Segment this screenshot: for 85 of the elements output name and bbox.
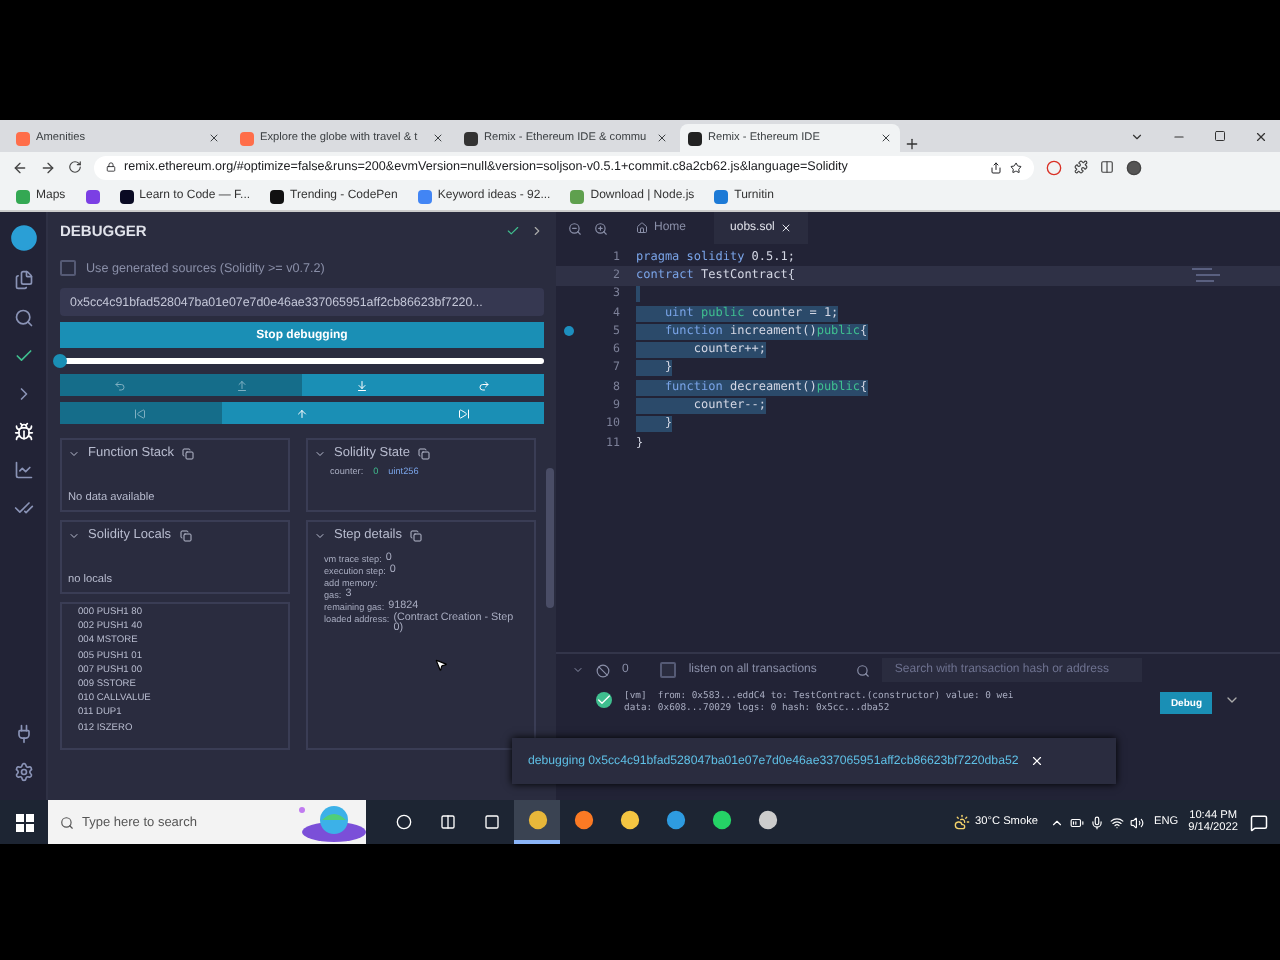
- files-icon[interactable]: [13, 270, 33, 290]
- app-icon: [711, 810, 731, 830]
- zoom-out-icon[interactable]: [568, 221, 582, 235]
- caret-icon: [68, 447, 80, 459]
- slider-thumb[interactable]: [53, 354, 67, 368]
- notifications-icon[interactable]: [1250, 813, 1268, 831]
- bookmark-icon: [417, 189, 432, 203]
- success-icon: [596, 692, 612, 708]
- back-icon[interactable]: [12, 159, 28, 175]
- checkbox[interactable]: [60, 260, 76, 276]
- close-icon: [780, 222, 793, 234]
- favicon-icon: [464, 131, 478, 145]
- taskbar-app[interactable]: [514, 800, 560, 844]
- maximize-icon[interactable]: [1214, 130, 1226, 142]
- favicon-icon: [16, 131, 30, 145]
- search-icon[interactable]: [13, 308, 33, 328]
- step-arrow-icon: [477, 379, 490, 391]
- copy-icon[interactable]: [179, 529, 192, 541]
- bookmark-icon: [16, 189, 30, 203]
- step-arrow-icon: [356, 379, 369, 391]
- bookmark-icon: [85, 189, 100, 203]
- side-panel-icon[interactable]: [1100, 160, 1114, 174]
- favicon-icon: [688, 131, 702, 145]
- mouse-pointer-icon: [434, 658, 448, 673]
- windows-start-icon[interactable]: [15, 813, 33, 831]
- caret-icon: [314, 447, 326, 459]
- close-panel-icon[interactable]: [530, 223, 544, 237]
- step-arrow-icon: [296, 407, 308, 419]
- analysis-icon[interactable]: [13, 460, 33, 480]
- close-icon[interactable]: [656, 132, 668, 144]
- scrollbar[interactable]: [546, 468, 554, 608]
- app-icon: [757, 810, 777, 830]
- settings-icon[interactable]: [13, 762, 33, 782]
- battery-icon[interactable]: [1069, 815, 1084, 829]
- caret-icon: [68, 529, 80, 541]
- caret-icon: [314, 529, 326, 541]
- debugger-icon[interactable]: [13, 422, 33, 442]
- search-icon: [856, 663, 871, 677]
- home-icon: [636, 222, 648, 234]
- weather-icon: [953, 814, 970, 830]
- bookmark-icon: [270, 189, 285, 203]
- clear-icon[interactable]: [596, 663, 610, 677]
- copy-icon[interactable]: [409, 529, 422, 541]
- close-icon[interactable]: [1254, 129, 1268, 143]
- step-arrow-icon: [235, 379, 248, 391]
- network-icon[interactable]: [1109, 815, 1124, 829]
- close-icon[interactable]: [208, 132, 220, 144]
- step-arrow-icon: [134, 407, 147, 419]
- plugin-icon[interactable]: [13, 724, 33, 744]
- volume-icon[interactable]: [1129, 815, 1144, 829]
- reload-icon[interactable]: [68, 160, 82, 174]
- bookmark-icon: [714, 189, 729, 203]
- cortana-icon[interactable]: [396, 814, 412, 830]
- favicon-icon: [240, 131, 254, 145]
- copy-icon[interactable]: [182, 447, 194, 459]
- app-icon: [619, 810, 639, 830]
- step-arrow-icon: [457, 407, 470, 419]
- tests-icon[interactable]: [13, 498, 33, 518]
- app-icon: [573, 810, 593, 830]
- app-icon[interactable]: [484, 814, 500, 830]
- copy-icon[interactable]: [417, 447, 430, 459]
- microphone-icon[interactable]: [1089, 815, 1104, 829]
- compiler-icon[interactable]: [13, 346, 33, 366]
- zoom-in-icon[interactable]: [594, 221, 608, 235]
- extensions-icon[interactable]: [1074, 160, 1088, 174]
- extension-icon[interactable]: [1046, 159, 1062, 175]
- close-icon[interactable]: [880, 132, 892, 144]
- check-icon: [506, 223, 520, 237]
- checkbox[interactable]: [660, 662, 677, 678]
- search-icon: [60, 815, 74, 829]
- tab-search-icon[interactable]: [1130, 129, 1144, 143]
- close-icon[interactable]: [432, 132, 444, 144]
- bookmark-icon: [119, 189, 134, 203]
- remix-logo-icon[interactable]: [9, 224, 37, 252]
- app-icon: [527, 810, 547, 830]
- new-tab-icon[interactable]: [904, 136, 920, 152]
- app-icon: [665, 810, 685, 830]
- tray-icon[interactable]: [1049, 815, 1064, 829]
- task-view-icon[interactable]: [440, 814, 456, 830]
- minimap: [1192, 266, 1220, 282]
- expand-icon[interactable]: [1224, 692, 1240, 708]
- forward-icon[interactable]: [40, 159, 56, 175]
- step-arrow-icon: [114, 379, 127, 391]
- profile-icon[interactable]: [1126, 159, 1142, 175]
- bookmark-icon: [570, 189, 585, 203]
